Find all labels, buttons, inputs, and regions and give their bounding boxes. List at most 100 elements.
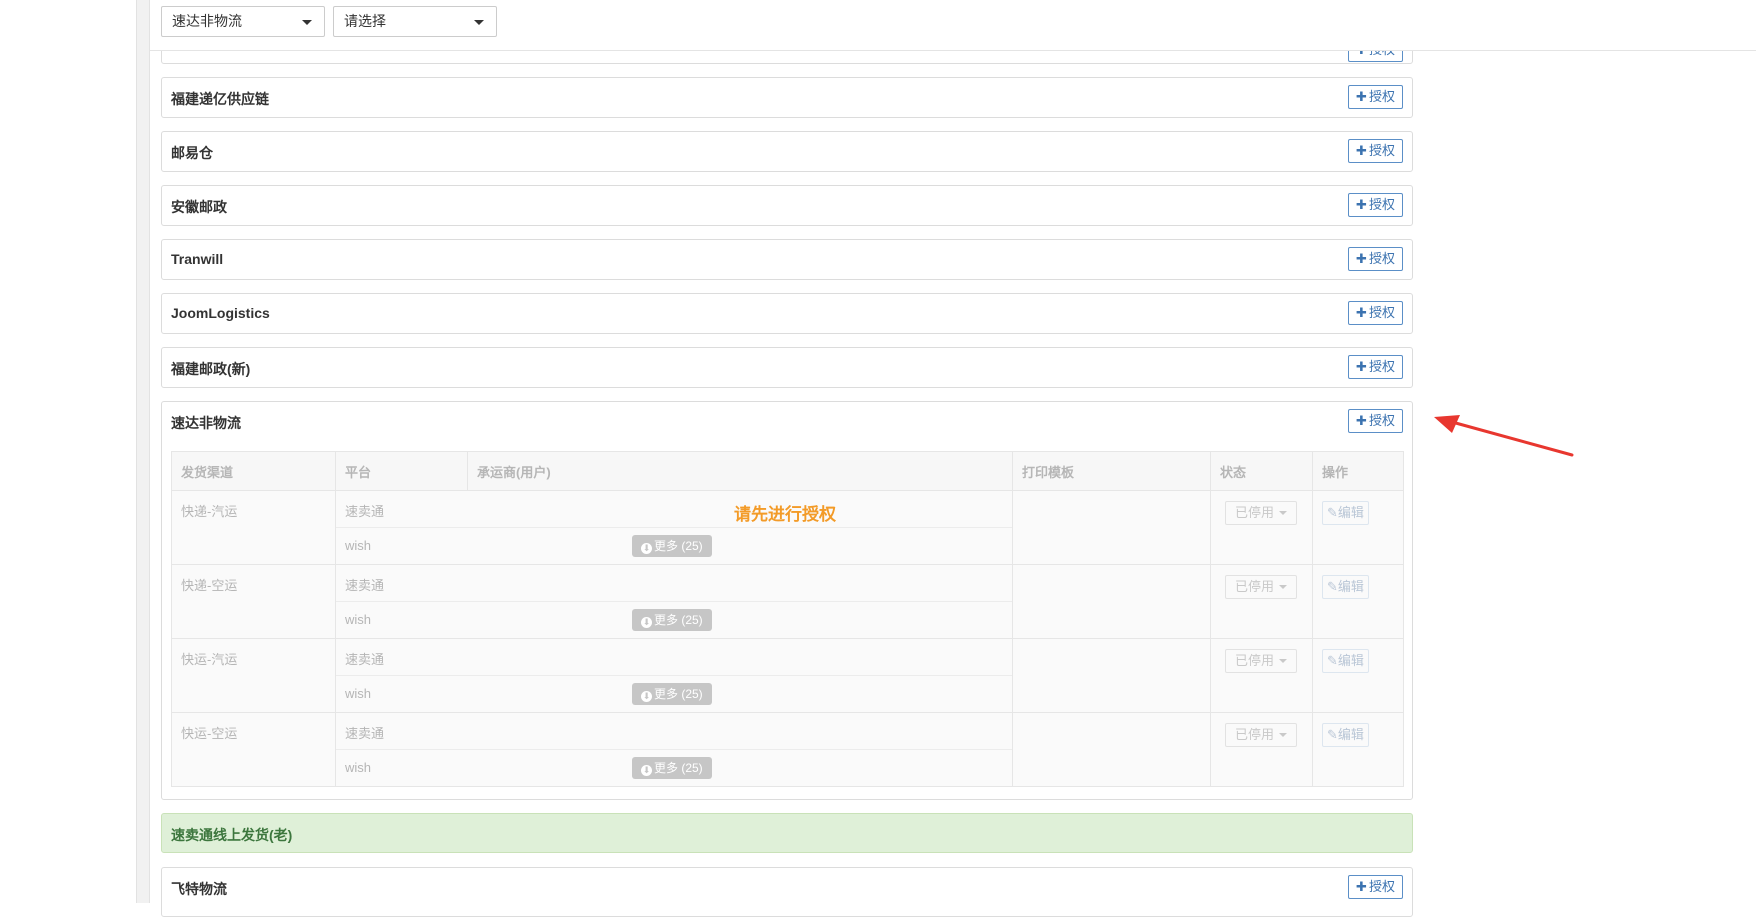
carrier-select-value: 速达非物流	[172, 13, 242, 29]
status-dropdown[interactable]: 已停用	[1225, 723, 1298, 747]
auth-button[interactable]: ✚授权	[1348, 875, 1403, 899]
plus-icon: ✚	[1356, 413, 1367, 428]
status-label: 已停用	[1235, 579, 1275, 594]
column-header: 状态	[1210, 451, 1313, 491]
auth-button[interactable]: ✚授权	[1348, 193, 1403, 217]
plus-icon: ✚	[1356, 359, 1367, 374]
panel-title: JoomLogistics	[171, 305, 270, 321]
chevron-down-icon	[474, 20, 484, 25]
edit-label: 编辑	[1337, 653, 1364, 668]
channel-name: 快运-汽运	[181, 652, 238, 667]
panel-title: 福建邮政(新)	[171, 361, 251, 377]
plus-icon: ✚	[1356, 197, 1367, 212]
platform-row: wish ⬇ 更多 (25)	[336, 750, 1012, 786]
auth-label: 授权	[1368, 359, 1395, 374]
platform-name: wish	[345, 686, 372, 701]
auth-label: 授权	[1368, 197, 1395, 212]
red-arrow-annotation	[1434, 415, 1574, 457]
platform-name: 速卖通	[345, 578, 385, 593]
download-circle-icon: ⬇	[641, 617, 652, 628]
caret-down-icon	[1279, 659, 1288, 663]
auth-label: 授权	[1368, 251, 1395, 266]
panel-title: 福建递亿供应链	[171, 91, 269, 107]
status-dropdown[interactable]: 已停用	[1225, 575, 1298, 599]
edit-button[interactable]: ✎编辑	[1322, 723, 1369, 747]
column-header: 发货渠道	[171, 451, 336, 491]
platform-row: 速卖通	[336, 565, 1012, 602]
edit-icon: ✎	[1327, 727, 1338, 742]
download-circle-icon: ⬇	[641, 543, 652, 554]
filter-bar: 速达非物流 请选择	[150, 0, 1756, 51]
more-label: 更多 (25)	[654, 761, 703, 775]
more-button[interactable]: ⬇ 更多 (25)	[632, 535, 712, 557]
edit-button[interactable]: ✎编辑	[1322, 501, 1369, 525]
auth-button[interactable]: ✚授权	[1348, 355, 1403, 379]
plus-icon: ✚	[1356, 143, 1367, 158]
platform-row: 速卖通	[336, 491, 1012, 528]
panel-title: 邮易仓	[171, 145, 213, 161]
download-circle-icon: ⬇	[641, 691, 652, 702]
carrier-panel: 安徽邮政 ✚ 授权	[161, 185, 1413, 226]
column-header: 打印模板	[1012, 451, 1211, 491]
second-select[interactable]: 请选择	[333, 6, 497, 37]
table-header: 发货渠道 平台 承运商(用户) 打印模板 状态 操作	[171, 451, 1404, 491]
more-button[interactable]: ⬇ 更多 (25)	[632, 683, 712, 705]
auth-label: 授权	[1368, 413, 1395, 428]
auth-button[interactable]: ✚授权	[1348, 139, 1403, 163]
plus-icon: ✚	[1356, 89, 1367, 104]
status-label: 已停用	[1235, 505, 1275, 520]
edit-label: 编辑	[1337, 579, 1364, 594]
caret-down-icon	[1279, 733, 1288, 737]
panel-title: 安徽邮政	[171, 199, 227, 215]
carrier-panel: 福建递亿供应链 ✚ 授权	[161, 77, 1413, 118]
authorize-first-notice: 请先进行授权	[734, 505, 836, 524]
channel-name: 快递-空运	[181, 578, 238, 593]
auth-button[interactable]: ✚授权	[1348, 409, 1403, 433]
platform-row: wish ⬇ 更多 (25)	[336, 528, 1012, 564]
more-button[interactable]: ⬇ 更多 (25)	[632, 609, 712, 631]
status-dropdown[interactable]: 已停用	[1225, 649, 1298, 673]
auth-button[interactable]: ✚授权	[1348, 301, 1403, 325]
carrier-panel: 福建邮政(新) ✚ 授权	[161, 347, 1413, 388]
carrier-panel: JoomLogistics ✚ 授权	[161, 293, 1413, 334]
caret-down-icon	[1279, 511, 1288, 515]
edit-label: 编辑	[1337, 727, 1364, 742]
auth-label: 授权	[1368, 305, 1395, 320]
platform-name: wish	[345, 612, 372, 627]
edit-label: 编辑	[1337, 505, 1364, 520]
column-header: 操作	[1312, 451, 1404, 491]
table-row: 快运-空运 速卖通 wish ⬇ 更多 (25) 已停用 ✎编辑	[171, 712, 1404, 787]
plus-icon: ✚	[1356, 305, 1367, 320]
panel-title: 速达非物流	[171, 415, 241, 431]
platform-name: wish	[345, 760, 372, 775]
platform-row: 速卖通	[336, 639, 1012, 676]
platform-row: 速卖通	[336, 713, 1012, 750]
more-button[interactable]: ⬇ 更多 (25)	[632, 757, 712, 779]
platform-name: 速卖通	[345, 504, 385, 519]
success-panel: 速卖通线上发货(老)	[161, 813, 1413, 853]
panel-title: 速卖通线上发货(老)	[171, 827, 293, 843]
panel-title: Tranwill	[171, 251, 224, 267]
edit-button[interactable]: ✎编辑	[1322, 575, 1369, 599]
more-label: 更多 (25)	[654, 613, 703, 627]
carrier-select[interactable]: 速达非物流	[161, 6, 325, 37]
auth-button[interactable]: ✚授权	[1348, 247, 1403, 271]
platform-row: wish ⬇ 更多 (25)	[336, 676, 1012, 712]
platform-row: wish ⬇ 更多 (25)	[336, 602, 1012, 638]
caret-down-icon	[1279, 585, 1288, 589]
more-label: 更多 (25)	[654, 539, 703, 553]
download-circle-icon: ⬇	[641, 765, 652, 776]
edit-button[interactable]: ✎编辑	[1322, 649, 1369, 673]
status-label: 已停用	[1235, 653, 1275, 668]
platform-name: 速卖通	[345, 652, 385, 667]
auth-label: 授权	[1368, 879, 1395, 894]
plus-icon: ✚	[1356, 251, 1367, 266]
auth-button[interactable]: ✚授权	[1348, 85, 1403, 109]
auth-label: 授权	[1368, 89, 1395, 104]
chevron-down-icon	[302, 20, 312, 25]
left-rail	[136, 0, 150, 903]
expanded-carrier-panel: 速达非物流 ✚ 授权 发货渠道 平台 承运商(用户) 打印模板 状态 操作 快递-…	[161, 401, 1413, 800]
more-label: 更多 (25)	[654, 687, 703, 701]
status-dropdown[interactable]: 已停用	[1225, 501, 1298, 525]
column-header: 承运商(用户)	[467, 451, 1013, 491]
